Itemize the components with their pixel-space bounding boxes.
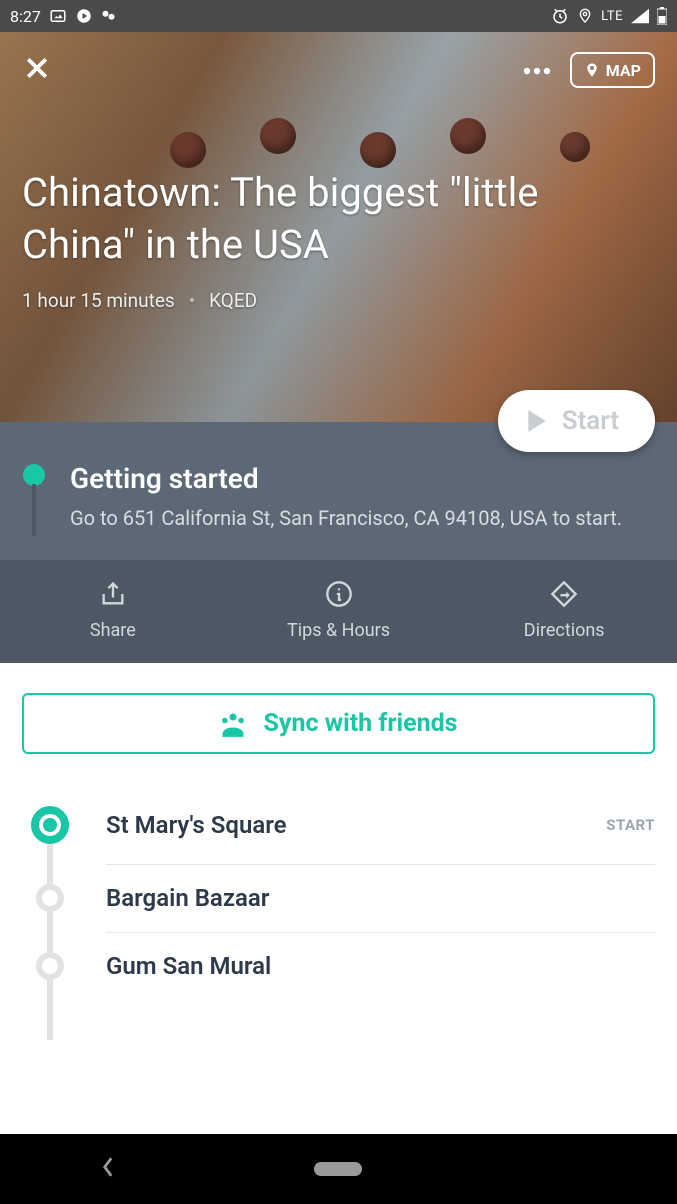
panel-pin-icon	[23, 464, 45, 486]
status-time: 8:27	[10, 7, 41, 26]
stops-list: St Mary's Square START Bargain Bazaar Gu…	[22, 786, 655, 1000]
meta-separator: •	[189, 289, 195, 312]
start-button-label: Start	[562, 406, 619, 436]
back-button[interactable]	[99, 1156, 117, 1182]
home-button[interactable]	[314, 1162, 362, 1176]
list-item[interactable]: St Mary's Square START	[22, 786, 655, 864]
directions-label: Directions	[451, 620, 677, 641]
list-item[interactable]: Bargain Bazaar	[22, 864, 655, 932]
panel-heading: Getting started	[70, 462, 622, 495]
sync-friends-button[interactable]: Sync with friends	[22, 693, 655, 754]
actions-row: Share Tips & Hours Directions	[0, 560, 677, 663]
tour-duration: 1 hour 15 minutes	[22, 289, 175, 312]
stop-start-marker-icon	[31, 806, 69, 844]
link-icon	[101, 9, 119, 23]
page-title: Chinatown: The biggest "little China" in…	[22, 167, 655, 271]
tips-hours-button[interactable]: Tips & Hours	[226, 560, 452, 663]
map-button-label: MAP	[606, 61, 641, 80]
stop-tag: START	[606, 816, 655, 834]
close-button[interactable]	[22, 53, 52, 87]
network-label: LTE	[601, 9, 623, 24]
stop-name: Gum San Mural	[106, 952, 655, 980]
tour-source: KQED	[209, 289, 257, 312]
system-nav-bar	[0, 1134, 677, 1204]
directions-button[interactable]: Directions	[451, 560, 677, 663]
share-icon	[99, 580, 127, 608]
more-button[interactable]	[522, 61, 552, 80]
alarm-icon	[551, 7, 569, 25]
info-icon	[325, 580, 353, 608]
start-button[interactable]: Start	[498, 390, 655, 452]
chevron-left-icon	[99, 1156, 117, 1178]
status-bar: 8:27 LTE	[0, 0, 677, 32]
share-button[interactable]: Share	[0, 560, 226, 663]
stop-marker-icon	[36, 952, 64, 980]
stop-marker-icon	[36, 884, 64, 912]
play-icon	[526, 408, 548, 434]
pin-icon	[584, 60, 600, 80]
hero: MAP Chinatown: The biggest "little China…	[0, 32, 677, 422]
battery-icon	[657, 7, 667, 25]
more-horizontal-icon	[522, 66, 552, 76]
location-icon	[577, 7, 593, 25]
browser-icon	[75, 7, 93, 25]
directions-icon	[550, 580, 578, 608]
panel-body: Go to 651 California St, San Francisco, …	[70, 505, 622, 532]
tips-hours-label: Tips & Hours	[226, 620, 452, 641]
image-icon	[49, 7, 67, 25]
stop-name: Bargain Bazaar	[106, 884, 655, 912]
stop-name: St Mary's Square	[106, 811, 578, 839]
content-area: Sync with friends St Mary's Square START…	[0, 663, 677, 1134]
close-icon	[22, 53, 52, 83]
share-label: Share	[0, 620, 226, 641]
map-button[interactable]: MAP	[570, 52, 655, 88]
list-item[interactable]: Gum San Mural	[22, 932, 655, 1000]
group-icon	[219, 711, 247, 737]
signal-icon	[631, 8, 649, 24]
sync-friends-label: Sync with friends	[263, 709, 457, 738]
